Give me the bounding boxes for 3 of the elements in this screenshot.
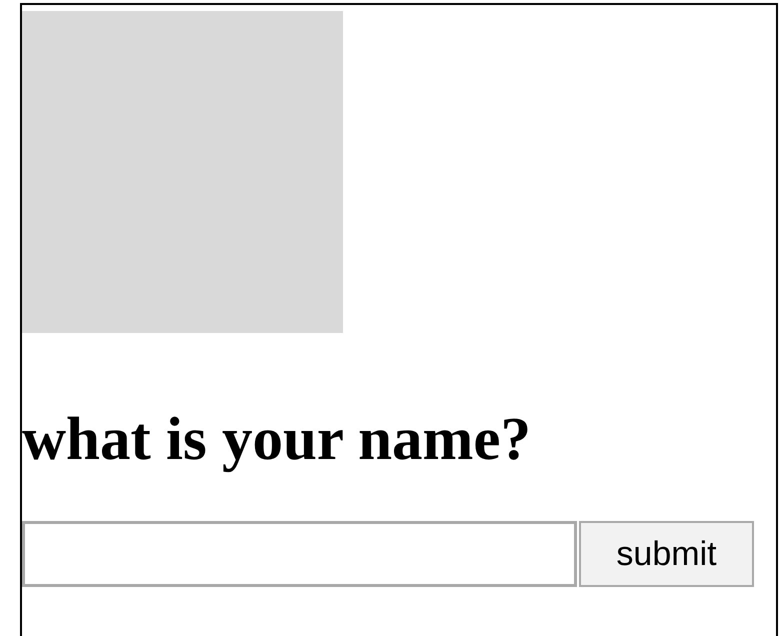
- submit-button[interactable]: submit: [579, 521, 754, 587]
- heading: what is your name?: [22, 405, 532, 475]
- name-input-field[interactable]: [22, 521, 577, 587]
